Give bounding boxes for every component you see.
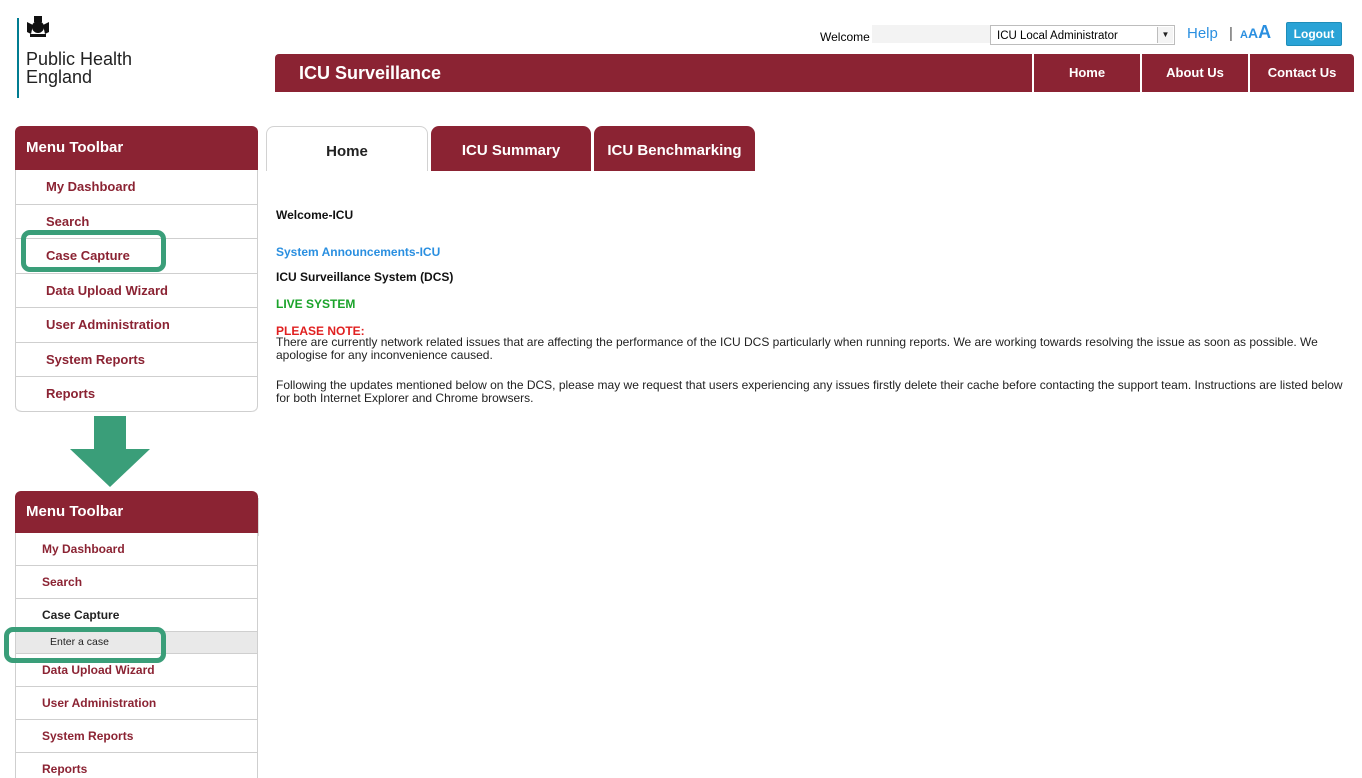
help-link[interactable]: Help (1187, 25, 1218, 42)
menu-toolbar-title: Menu Toolbar (15, 491, 258, 533)
text-size-large[interactable]: A (1258, 22, 1271, 42)
tab-icu-benchmarking[interactable]: ICU Benchmarking (594, 126, 755, 171)
menu-item-my-dashboard[interactable]: My Dashboard (16, 170, 257, 205)
logo-line2: England (26, 67, 93, 87)
menu-item-data-upload-wizard[interactable]: Data Upload Wizard (16, 274, 257, 308)
menu-item-system-reports[interactable]: System Reports (16, 343, 257, 377)
menu-toolbar-title: Menu Toolbar (15, 126, 258, 170)
chevron-down-icon[interactable]: ▼ (1157, 27, 1173, 43)
menu-item-user-administration[interactable]: User Administration (16, 308, 257, 343)
text-size-control[interactable]: AAA (1240, 22, 1271, 43)
down-arrow-head (70, 449, 150, 487)
live-system-label: LIVE SYSTEM (276, 297, 356, 311)
logo-line1: Public Health (26, 49, 133, 69)
tab-icu-summary[interactable]: ICU Summary (431, 126, 591, 171)
role-select[interactable]: ICU Local Administrator ▼ (990, 25, 1175, 45)
down-arrow-icon (94, 416, 126, 450)
text-size-medium[interactable]: A (1248, 25, 1258, 41)
logo-text: Public Health England (26, 50, 132, 86)
welcome-user-name (872, 25, 990, 43)
tab-home[interactable]: Home (266, 126, 428, 171)
system-name: ICU Surveillance System (DCS) (276, 270, 454, 284)
menu-item-search[interactable]: Search (16, 566, 257, 599)
nav-contact-us[interactable]: Contact Us (1248, 54, 1354, 92)
case-capture-highlight (21, 230, 166, 272)
welcome-heading: Welcome-ICU (276, 208, 354, 222)
welcome-label: Welcome (820, 30, 870, 44)
top-navigation-bar: ICU Surveillance Home About Us Contact U… (275, 54, 1354, 92)
logo-divider (17, 18, 19, 98)
menu-item-my-dashboard[interactable]: My Dashboard (16, 533, 257, 566)
royal-crest-icon (27, 16, 49, 37)
menu-list: My Dashboard Search Case Capture Data Up… (15, 170, 258, 412)
logout-button[interactable]: Logout (1286, 22, 1342, 46)
followup-paragraph: Following the updates mentioned below on… (276, 378, 1343, 405)
announcements-heading: System Announcements-ICU (276, 245, 441, 259)
top-nav: Home About Us Contact Us (1032, 54, 1354, 92)
text-size-small[interactable]: A (1240, 29, 1248, 41)
menu-item-user-administration[interactable]: User Administration (16, 687, 257, 720)
nav-about-us[interactable]: About Us (1140, 54, 1248, 92)
nav-home[interactable]: Home (1032, 54, 1140, 92)
sidebar-edge (258, 498, 259, 536)
menu-item-reports[interactable]: Reports (16, 753, 257, 778)
header-separator: | (1229, 25, 1233, 42)
phe-logo: Public Health England (17, 14, 147, 98)
app-title: ICU Surveillance (299, 63, 442, 83)
menu-item-reports[interactable]: Reports (16, 377, 257, 412)
role-select-value: ICU Local Administrator (997, 30, 1118, 42)
note-paragraph: There are currently network related issu… (276, 335, 1318, 362)
menu-item-system-reports[interactable]: System Reports (16, 720, 257, 753)
enter-a-case-highlight (4, 627, 166, 663)
